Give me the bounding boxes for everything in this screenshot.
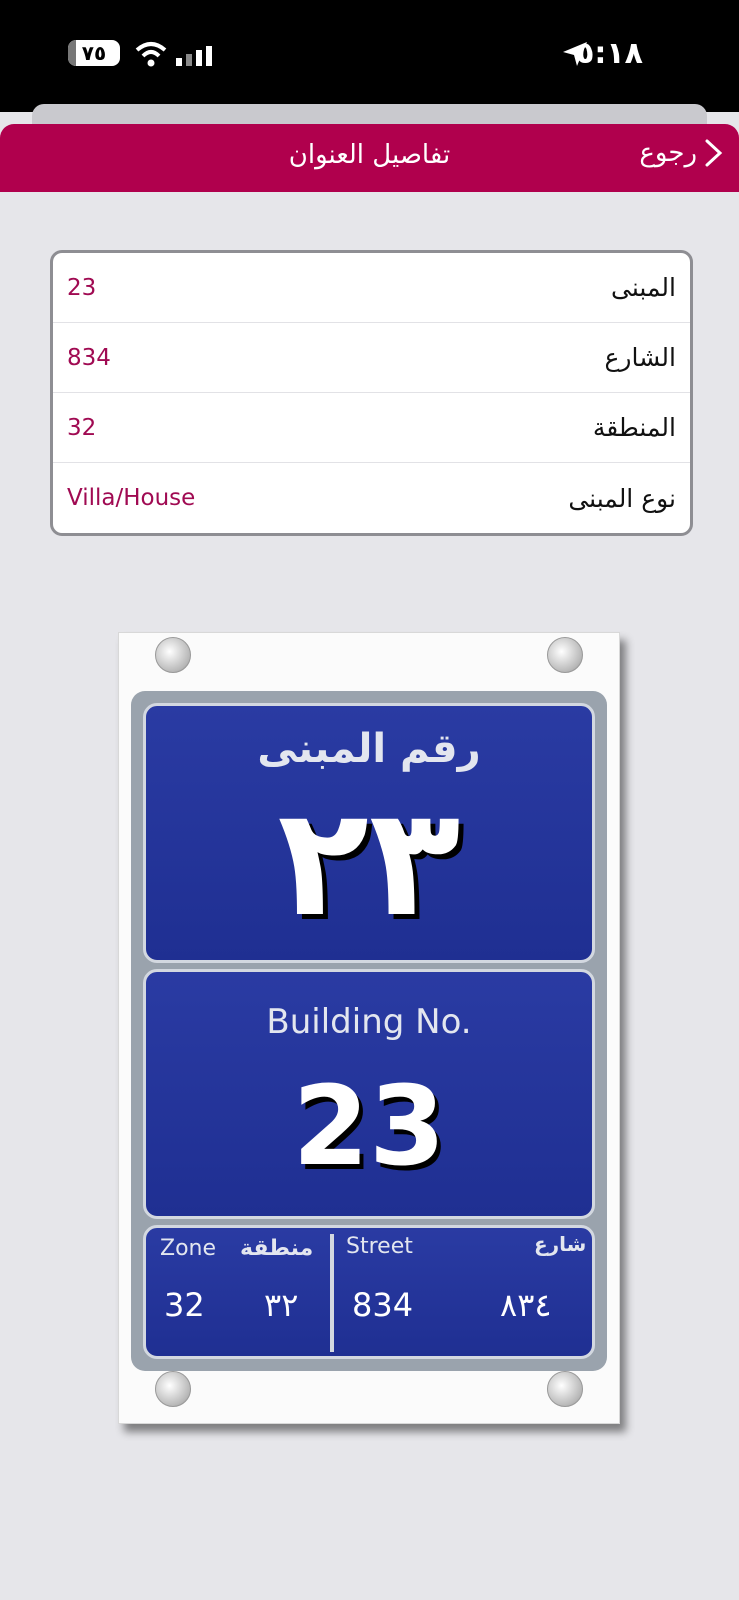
detail-value: 23 [67, 274, 97, 301]
nav-bar: تفاصيل العنوان رجوع [0, 124, 739, 192]
detail-row-building: 23 المبنى [53, 253, 690, 323]
detail-label: المبنى [611, 273, 676, 302]
plate-frame: رقم المبنى ٢٣ Building No. 23 Zone منطقة… [131, 691, 607, 1371]
plate-street-num-en: 834 [352, 1286, 414, 1324]
back-button[interactable]: رجوع [639, 138, 725, 168]
chevron-right-icon [705, 139, 723, 167]
detail-label: الشارع [604, 343, 676, 372]
signal-icon [176, 46, 212, 66]
screw-icon [547, 637, 583, 673]
plate-zone-street-panel: Zone منطقة 32 ٣٢ Street شارع 834 ٨٣٤ [143, 1225, 595, 1359]
address-details-card: 23 المبنى 834 الشارع 32 المنطقة Villa/Ho… [50, 250, 693, 536]
plate-divider [330, 1234, 334, 1352]
plate-en-number: 23 [292, 1062, 446, 1190]
plate-arabic-panel: رقم المبنى ٢٣ [143, 703, 595, 963]
plate-ar-number: ٢٣ [277, 776, 461, 950]
plate-ar-heading: رقم المبنى [257, 726, 481, 772]
plate-street-num-ar: ٨٣٤ [500, 1286, 552, 1324]
plate-en-heading: Building No. [266, 1002, 472, 1042]
status-time: ٥:١٨ [576, 36, 643, 71]
plate-street-en: Street [346, 1234, 413, 1259]
detail-row-building-type: Villa/House نوع المبنى [53, 463, 690, 533]
detail-row-street: 834 الشارع [53, 323, 690, 393]
screw-icon [547, 1371, 583, 1407]
battery-icon: ٧٥ [68, 40, 120, 66]
screw-icon [155, 637, 191, 673]
screw-icon [155, 1371, 191, 1407]
battery-level: ٧٥ [81, 41, 107, 65]
detail-value: 32 [67, 414, 97, 441]
status-bar: ٧٥ ٥:١٨ [0, 0, 739, 112]
building-number-plate: رقم المبنى ٢٣ Building No. 23 Zone منطقة… [118, 632, 620, 1424]
plate-zone-num-ar: ٣٢ [264, 1286, 299, 1324]
detail-label: المنطقة [592, 413, 676, 442]
plate-zone-ar: منطقة [240, 1236, 314, 1261]
back-label: رجوع [639, 138, 697, 168]
plate-english-panel: Building No. 23 [143, 969, 595, 1219]
plate-street-ar: شارع [534, 1232, 587, 1256]
wifi-icon [135, 42, 167, 67]
detail-label: نوع المبنى [568, 483, 676, 513]
detail-value: 834 [67, 344, 111, 371]
detail-row-zone: 32 المنطقة [53, 393, 690, 463]
plate-zone-num-en: 32 [164, 1286, 205, 1324]
detail-value: Villa/House [67, 485, 196, 511]
plate-zone-en: Zone [160, 1236, 217, 1261]
page-title: تفاصيل العنوان [288, 140, 451, 170]
